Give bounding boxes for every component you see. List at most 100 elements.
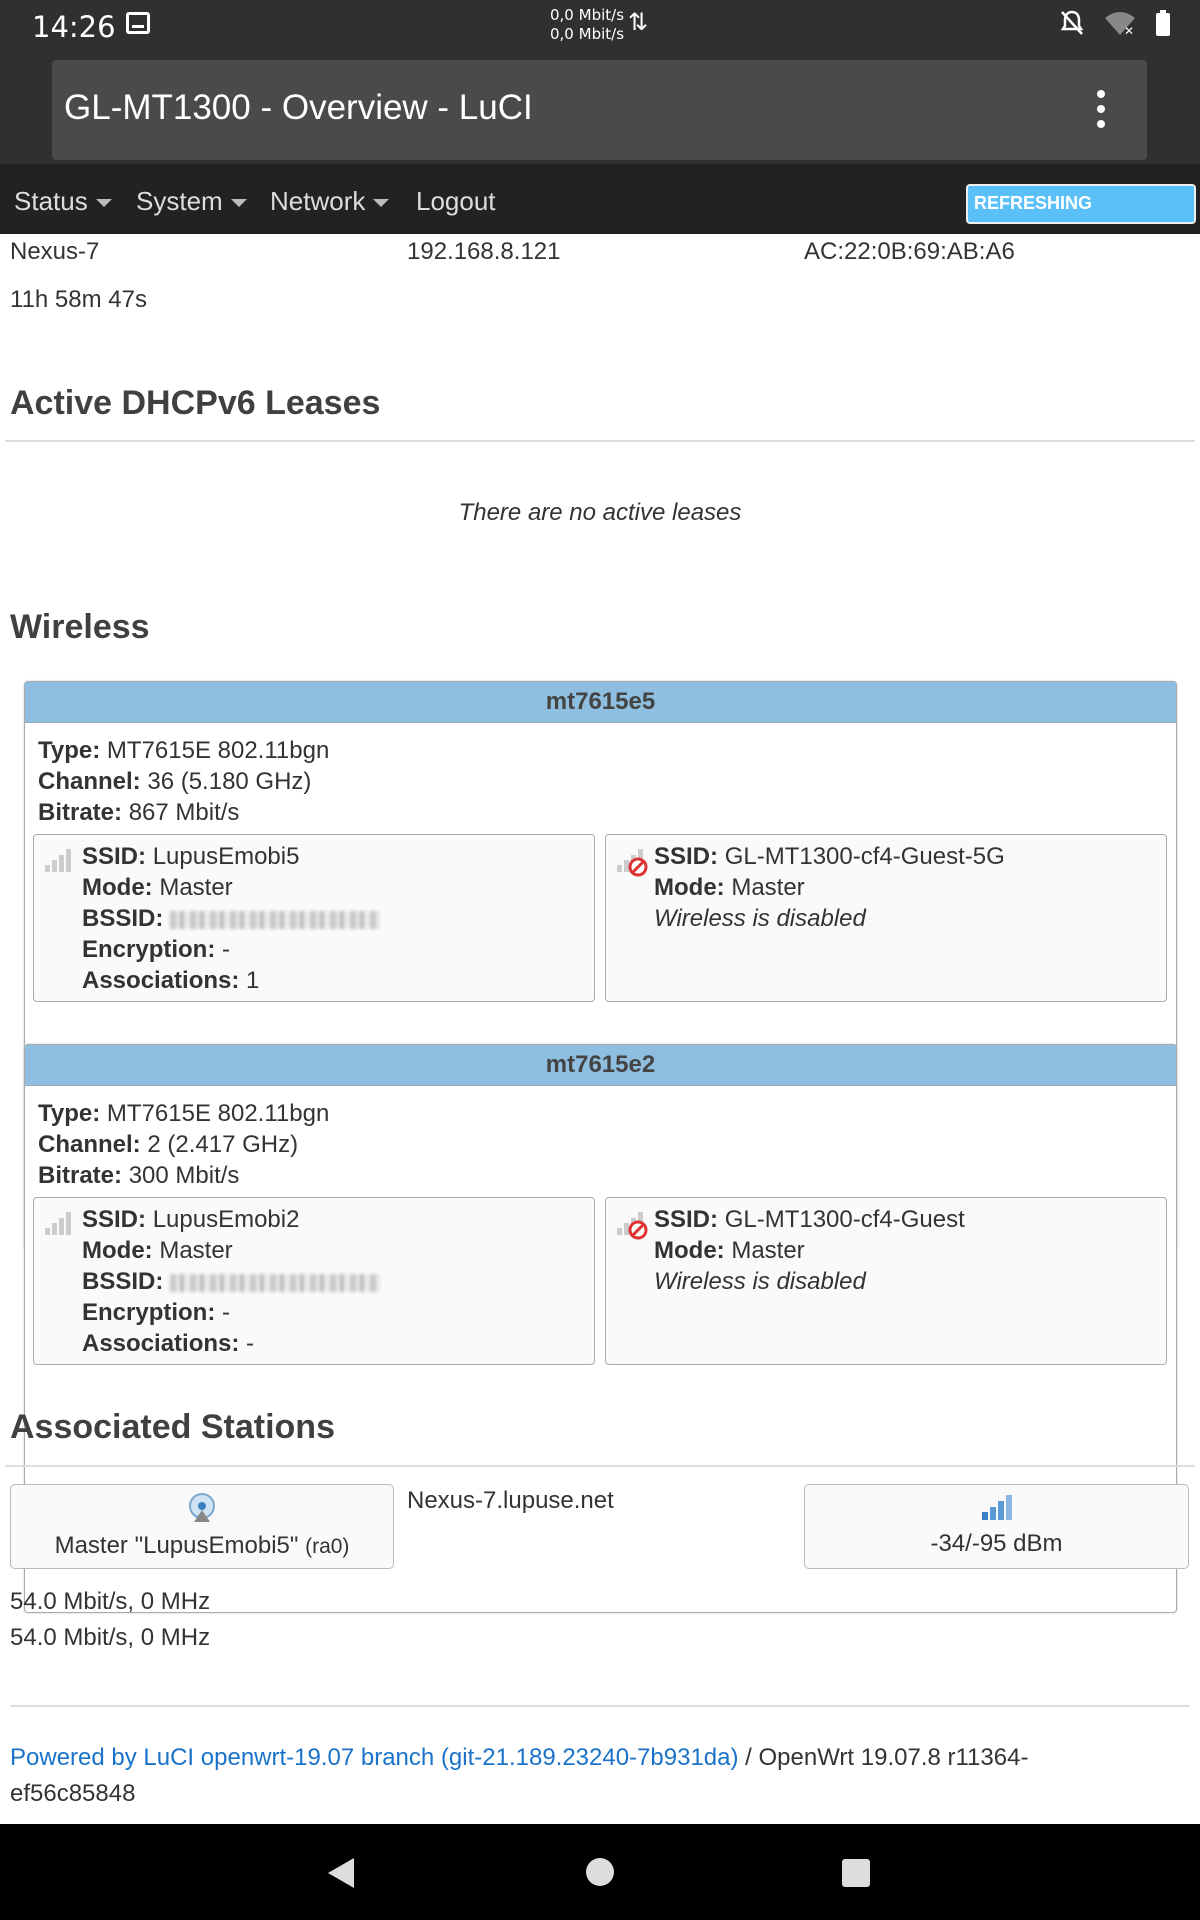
browser-app-bar: GL-MT1300 - Overview - LuCI: [0, 50, 1200, 164]
divider: [5, 440, 1195, 442]
menu-system-label: System: [136, 186, 223, 216]
signal-disabled-icon: [617, 1212, 648, 1240]
encryption-label: Encryption:: [82, 936, 216, 963]
svg-text:✕: ✕: [1124, 24, 1134, 36]
network-speed: 0,0 Mbit/s 0,0 Mbit/s: [550, 6, 624, 44]
openwrt-version: OpenWrt 19.07.8 r11364-: [758, 1744, 1029, 1771]
lease-hostname: Nexus-7: [10, 238, 100, 265]
footer-divider: [10, 1705, 1190, 1707]
signal-disabled-icon: [617, 849, 648, 877]
chevron-down-icon: [95, 199, 112, 208]
encryption: -: [222, 936, 231, 963]
network-card: SSID: GL-MT1300-cf4-Guest Mode: Master W…: [605, 1197, 1167, 1365]
station-tx-rate: 54.0 Mbit/s, 0 MHz: [10, 1624, 211, 1651]
radio-channel: 2 (2.417 GHz): [147, 1131, 299, 1158]
bssid-label: BSSID:: [82, 1268, 164, 1295]
radio-name: mt7615e2: [25, 1045, 1176, 1086]
station-signal: -34/-95 dBm: [930, 1530, 1063, 1557]
station-rx-rate: 54.0 Mbit/s, 0 MHz: [10, 1588, 211, 1615]
lease-ip: 192.168.8.121: [407, 238, 561, 265]
bitrate-label: Bitrate:: [38, 799, 123, 826]
footer: Powered by LuCI openwrt-19.07 branch (gi…: [10, 1740, 1190, 1812]
signal-strength-icon: [981, 1495, 1012, 1520]
bitrate-label: Bitrate:: [38, 1162, 123, 1189]
speed-down: 0,0 Mbit/s: [550, 25, 625, 43]
bssid-label: BSSID:: [82, 905, 164, 932]
mode: Master: [159, 1237, 233, 1264]
clock: 14:26: [32, 10, 116, 44]
station-signal-box: -34/-95 dBm: [804, 1484, 1189, 1569]
luci-menu-bar: Status System Network Logout REFRESHING: [0, 164, 1200, 234]
radio-type: MT7615E 802.11bgn: [106, 1100, 330, 1127]
radio-bitrate: 867 Mbit/s: [128, 799, 240, 826]
associations-label: Associations:: [82, 967, 240, 994]
radio-type: MT7615E 802.11bgn: [106, 737, 330, 764]
dhcpv6-empty: There are no active leases: [458, 499, 742, 526]
associations: 1: [246, 967, 260, 994]
station-interface: (ra0): [305, 1535, 350, 1558]
channel-label: Channel:: [38, 768, 141, 795]
refresh-indicator[interactable]: REFRESHING: [966, 184, 1196, 224]
radio-channel: 36 (5.180 GHz): [147, 768, 312, 795]
menu-network-label: Network: [270, 186, 366, 216]
menu-system[interactable]: System: [136, 186, 247, 217]
luci-link[interactable]: Powered by LuCI openwrt-19.07 branch (gi…: [10, 1744, 738, 1771]
recent-apps-icon[interactable]: [842, 1859, 870, 1887]
android-nav-bar: [0, 1824, 1200, 1920]
wireless-status: Wireless is disabled: [654, 905, 866, 932]
openwrt-version-hash: ef56c85848: [10, 1780, 136, 1807]
access-point-icon: [189, 1493, 215, 1522]
mode-label: Mode:: [82, 874, 153, 901]
network-card: SSID: LupusEmobi2 Mode: Master BSSID: En…: [33, 1197, 595, 1365]
speed-up: 0,0 Mbit/s: [550, 6, 625, 24]
notifications-off-icon: [1060, 10, 1084, 35]
station-network: Master "LupusEmobi5": [54, 1532, 299, 1559]
station-network-box: Master "LupusEmobi5" (ra0): [10, 1484, 394, 1569]
mode-label: Mode:: [654, 1237, 725, 1264]
android-status-bar: 14:26 0,0 Mbit/s 0,0 Mbit/s ⇅ ✕: [0, 0, 1200, 50]
wireless-heading: Wireless: [10, 608, 150, 646]
menu-status-label: Status: [14, 186, 88, 216]
wireless-status: Wireless is disabled: [654, 1268, 866, 1295]
mode: Master: [159, 874, 233, 901]
wifi-off-icon: ✕: [1105, 12, 1135, 36]
network-card: SSID: LupusEmobi5 Mode: Master BSSID: En…: [33, 834, 595, 1002]
divider: [5, 1465, 1195, 1467]
network-card: SSID: GL-MT1300-cf4-Guest-5G Mode: Maste…: [605, 834, 1167, 1002]
station-hostname: Nexus-7.lupuse.net: [407, 1487, 614, 1514]
stations-heading: Associated Stations: [10, 1408, 335, 1446]
menu-logout-label: Logout: [416, 186, 496, 216]
bssid-redacted: [170, 1273, 381, 1292]
terminal-icon: [126, 12, 150, 34]
chevron-down-icon: [230, 199, 247, 208]
radio-name: mt7615e5: [25, 682, 1176, 723]
mode: Master: [731, 1237, 805, 1264]
footer-separator: /: [738, 1744, 759, 1771]
encryption-label: Encryption:: [82, 1299, 216, 1326]
ssid: GL-MT1300-cf4-Guest-5G: [724, 843, 1005, 870]
dhcpv6-heading: Active DHCPv6 Leases: [10, 384, 381, 422]
menu-network[interactable]: Network: [270, 186, 390, 217]
associations: -: [246, 1330, 255, 1357]
ssid-label: SSID:: [654, 843, 719, 870]
ssid: LupusEmobi5: [152, 843, 300, 870]
signal-icon: [45, 849, 71, 872]
associations-label: Associations:: [82, 1330, 240, 1357]
channel-label: Channel:: [38, 1131, 141, 1158]
radio-bitrate: 300 Mbit/s: [128, 1162, 240, 1189]
address-bar[interactable]: GL-MT1300 - Overview - LuCI: [52, 60, 1147, 160]
more-options-icon[interactable]: [1097, 90, 1107, 135]
lease-time: 11h 58m 47s: [10, 286, 147, 313]
home-icon[interactable]: [586, 1858, 614, 1886]
chevron-down-icon: [373, 199, 390, 208]
menu-status[interactable]: Status: [14, 186, 112, 217]
data-transfer-icon: ⇅: [628, 9, 649, 36]
type-label: Type:: [38, 737, 101, 764]
menu-logout[interactable]: Logout: [416, 186, 496, 217]
bssid-redacted: [170, 910, 381, 929]
ssid-label: SSID:: [82, 1206, 147, 1233]
ssid-label: SSID:: [82, 843, 147, 870]
back-icon[interactable]: [328, 1858, 354, 1888]
lease-mac: AC:22:0B:69:AB:A6: [804, 238, 1015, 265]
ssid: LupusEmobi2: [152, 1206, 300, 1233]
